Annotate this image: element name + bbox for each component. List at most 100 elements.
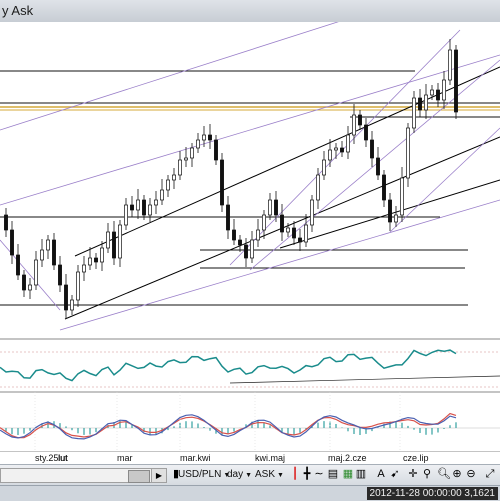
x-tick-label: mar.kwi xyxy=(180,453,211,463)
price-chart[interactable] xyxy=(0,22,500,460)
candle-body xyxy=(142,199,146,216)
candle-body xyxy=(148,204,152,216)
channel-line xyxy=(0,22,339,131)
x-tick-label: mar xyxy=(117,453,133,463)
candle-body xyxy=(70,299,74,311)
chart-toolbar: ▶ ▮ USD/PLN ▼ day ▼ ASK ▼ ┃ ╋ ∼ ▤ ▦ ▥ A ➹ ✛… xyxy=(0,464,500,486)
candle-body xyxy=(394,214,398,223)
candle-body xyxy=(184,157,188,161)
chevron-down-icon: ▼ xyxy=(277,472,284,479)
status-bar: 2012-11-28 00:00:00 3,1621 xyxy=(0,485,500,501)
zoom-in-icon[interactable]: ⊕ xyxy=(451,468,463,481)
candle-body xyxy=(352,114,356,136)
bar-style-icon[interactable]: ╋ xyxy=(301,468,313,481)
pin-icon[interactable]: ⚲ xyxy=(421,468,433,481)
candle-body xyxy=(238,239,242,246)
price-type-label: ASK xyxy=(255,469,276,480)
window-title: y Ask xyxy=(2,3,34,18)
candle-body xyxy=(232,229,236,241)
candle-body xyxy=(430,89,434,96)
candle-body xyxy=(388,199,392,223)
line-style-icon[interactable]: ∼ xyxy=(313,468,325,481)
symbol-dropdown[interactable]: USD/PLN ▼ xyxy=(178,468,230,482)
candle-body xyxy=(208,134,212,141)
candle-body xyxy=(136,199,140,211)
candle-body xyxy=(220,159,224,206)
scrollbar-thumb[interactable] xyxy=(128,470,150,483)
candle-body xyxy=(52,239,56,266)
x-tick-label: lut xyxy=(58,453,68,463)
candle-body xyxy=(118,224,122,259)
candle-body xyxy=(34,259,38,286)
candle-body xyxy=(106,231,110,249)
magnifier-icon[interactable]: 🔍︎ xyxy=(437,468,451,481)
horizontal-scrollbar[interactable]: ▶ xyxy=(0,468,167,483)
candle-body xyxy=(292,227,296,239)
candle-body xyxy=(400,177,404,216)
fullscreen-icon[interactable]: ⤢ xyxy=(484,468,496,481)
candle-body xyxy=(268,199,272,216)
candle-body xyxy=(40,249,44,261)
candle-body xyxy=(124,204,128,226)
macd-line xyxy=(0,412,457,439)
period-label: day xyxy=(227,469,244,480)
candle-body xyxy=(76,271,80,301)
candle-body xyxy=(250,239,254,259)
candle-body xyxy=(10,229,14,256)
channel-line xyxy=(0,54,500,206)
price-type-dropdown[interactable]: ASK ▼ xyxy=(255,468,284,482)
candle-body xyxy=(448,49,452,81)
period-dropdown[interactable]: day ▼ xyxy=(227,468,252,482)
candle-body xyxy=(442,79,446,101)
channel-line xyxy=(0,239,61,311)
chart-options-icon[interactable]: ▤ xyxy=(327,468,339,481)
candle-body xyxy=(112,231,116,259)
symbol-label: USD/PLN xyxy=(178,469,222,480)
candle-body xyxy=(280,214,284,233)
oscillator-trend xyxy=(229,375,500,384)
candle-body xyxy=(214,139,218,161)
candle-body xyxy=(28,284,32,291)
candle-body xyxy=(82,264,86,273)
candle-body xyxy=(88,257,92,266)
candle-body xyxy=(364,124,368,141)
candle-body xyxy=(304,224,308,243)
x-tick-label: kwi.maj xyxy=(255,453,286,463)
zoom-out-icon[interactable]: ⊖ xyxy=(465,468,477,481)
candle-body xyxy=(436,89,440,101)
candle-body xyxy=(418,97,422,111)
candle-body xyxy=(358,114,362,126)
channel-line xyxy=(249,59,500,271)
candle-body xyxy=(202,134,206,141)
candle-body xyxy=(196,139,200,149)
candle-body xyxy=(256,229,260,241)
candle-body xyxy=(178,159,182,176)
candle-body xyxy=(370,139,374,159)
pointer-icon[interactable]: ➹ xyxy=(389,468,401,481)
candle-style-icon[interactable]: ┃ xyxy=(289,468,301,481)
indicator-icon[interactable]: ▦ xyxy=(342,468,354,481)
candle-body xyxy=(22,274,26,291)
cursor-readout: 2012-11-28 00:00:00 3,1621 xyxy=(366,487,498,500)
scroll-right-arrow[interactable]: ▶ xyxy=(151,469,166,482)
candle-body xyxy=(94,257,98,263)
candle-body xyxy=(58,264,62,286)
text-tool-icon[interactable]: A xyxy=(375,468,387,481)
chevron-down-icon: ▼ xyxy=(245,472,253,479)
crosshair-icon[interactable]: ✛ xyxy=(407,468,419,481)
draw-tools-icon[interactable]: ▥ xyxy=(355,468,367,481)
candle-body xyxy=(298,237,302,243)
candle-body xyxy=(310,199,314,226)
candle-body xyxy=(16,254,20,276)
chart-canvas[interactable] xyxy=(0,22,500,460)
oscillator-line xyxy=(0,349,457,382)
candle-body xyxy=(244,244,248,259)
candle-body xyxy=(46,239,50,251)
candle-body xyxy=(334,147,338,151)
candle-body xyxy=(424,94,428,111)
candle-body xyxy=(328,149,332,161)
x-axis: sty.25lut lut mar mar.kwi kwi.maj maj.2.… xyxy=(0,452,500,464)
candle-body xyxy=(130,204,134,211)
candle-body xyxy=(64,284,68,311)
candle-body xyxy=(406,127,410,179)
